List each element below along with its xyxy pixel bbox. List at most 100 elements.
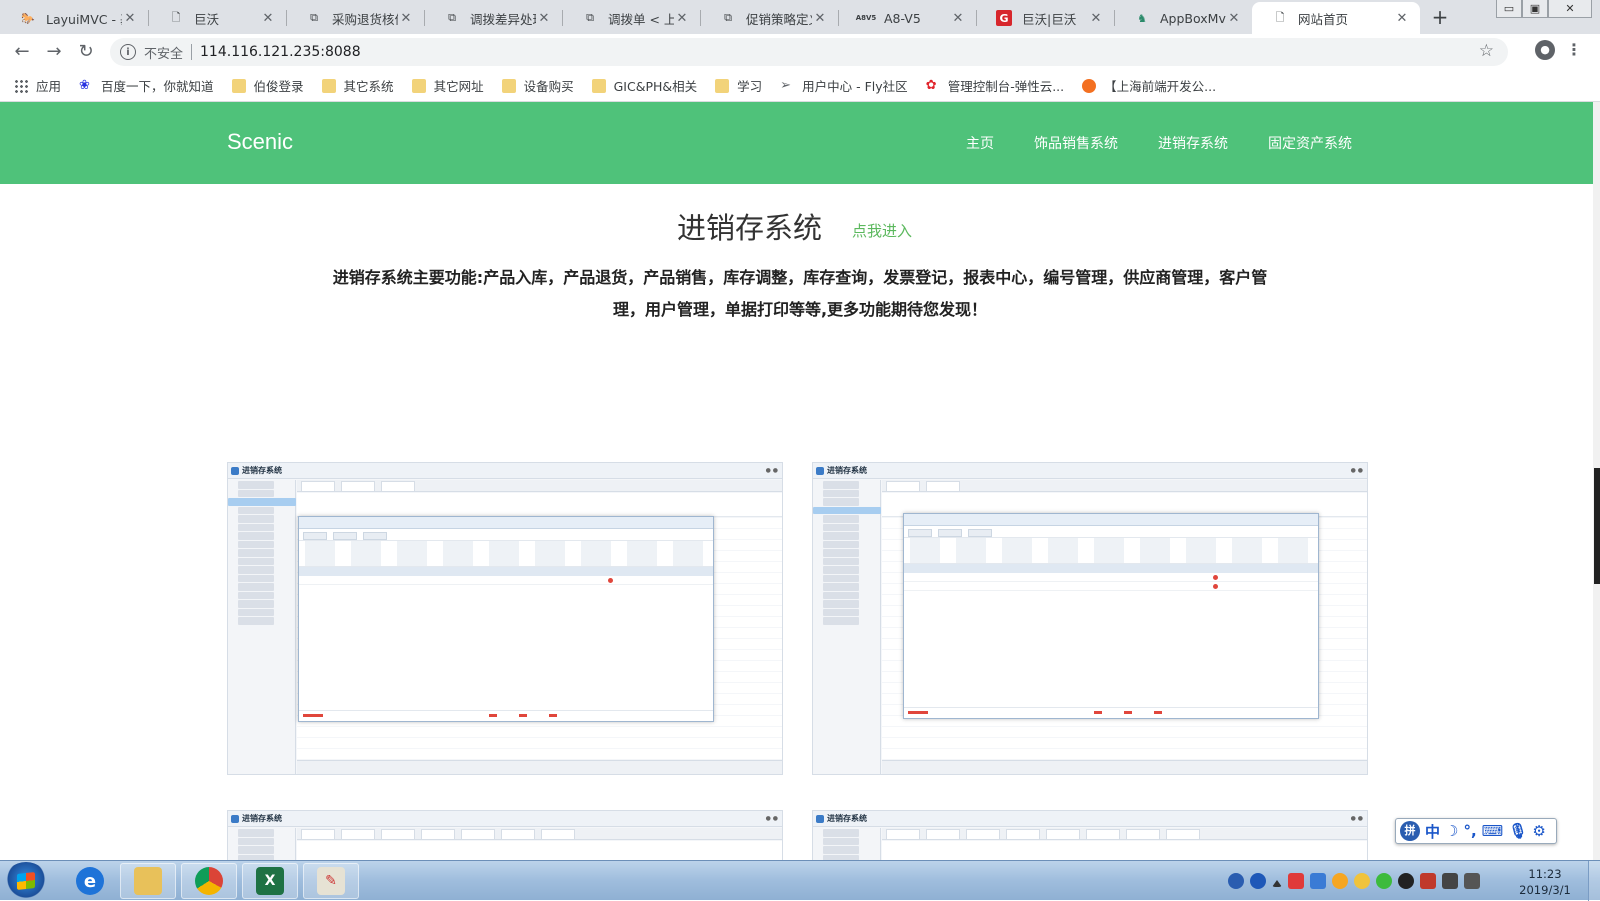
screenshot-sales[interactable]: 进销存系统 ● ● <box>227 810 783 860</box>
microphone-icon[interactable]: 🎙 <box>1508 822 1527 840</box>
folder-icon <box>321 78 336 93</box>
bookmark-folder[interactable]: 伯俊登录 <box>231 76 304 95</box>
section-title: 进销存系统 <box>677 211 823 245</box>
tab-layuimvc[interactable]: 🐎 LayuiMVC - 基 ✕ <box>0 2 148 34</box>
ime-language-label[interactable]: 中 <box>1425 821 1440 842</box>
close-window-button[interactable]: ✕ <box>1548 0 1592 18</box>
close-icon[interactable]: ✕ <box>536 11 552 26</box>
tab-title: 促销策略定义 <box>746 11 812 27</box>
moon-icon[interactable]: ☽ <box>1445 822 1458 840</box>
keyboard-icon[interactable]: ⌨ <box>1482 822 1504 840</box>
nav-inventory[interactable]: 进销存系统 <box>1158 133 1228 153</box>
window-controls: ▭ ▣ ✕ <box>1496 0 1592 18</box>
close-icon[interactable]: ✕ <box>398 11 414 26</box>
bookmark-huawei[interactable]: ✿ 管理控制台-弹性云... <box>926 76 1064 95</box>
tab-title: 调拨差异处理 <box>470 11 536 27</box>
nav-jewelry-sales[interactable]: 饰品销售系统 <box>1034 133 1118 153</box>
reload-icon[interactable]: ↻ <box>74 40 98 64</box>
tab-site-home[interactable]: 🗋 网站首页 ✕ <box>1252 2 1420 34</box>
bookmark-star-icon[interactable]: ☆ <box>1479 41 1494 61</box>
taskbar-ie[interactable]: e <box>62 863 118 899</box>
tab-promotion[interactable]: ⧉ 促销策略定义 ✕ <box>700 2 838 34</box>
close-icon[interactable]: ✕ <box>260 11 276 26</box>
ime-toolbar[interactable]: 拼 中 ☽ °, ⌨ 🎙 ⚙ <box>1395 818 1557 844</box>
close-icon[interactable]: ✕ <box>674 11 690 26</box>
qq-icon[interactable] <box>1398 873 1414 889</box>
site-nav: 主页 饰品销售系统 进销存系统 固定资产系统 <box>966 133 1352 153</box>
help-icon[interactable] <box>1250 873 1266 889</box>
show-desktop-button[interactable] <box>1588 861 1600 901</box>
bookmark-folder[interactable]: 学习 <box>715 76 762 95</box>
bookmark-folder[interactable]: 其它网址 <box>411 76 484 95</box>
paper-plane-icon: ➢ <box>780 77 792 93</box>
settings-gear-icon[interactable]: ⚙ <box>1532 822 1545 840</box>
bookmark-baidu[interactable]: ❀ 百度一下，你就知道 <box>79 76 214 95</box>
screenshot-stock-return[interactable]: 进销存系统 ● ● <box>812 462 1368 775</box>
restore-button[interactable]: ▣ <box>1522 0 1548 18</box>
folder-icon <box>715 78 730 93</box>
tab-appbox[interactable]: ♞ AppBoxMvc - ✕ <box>1114 2 1252 34</box>
security-label: 不安全 <box>144 46 184 62</box>
bookmark-folder[interactable]: 其它系统 <box>321 76 394 95</box>
cloud-icon[interactable] <box>1288 873 1304 889</box>
site-brand[interactable]: Scenic <box>227 129 293 155</box>
bookmark-shanghai[interactable]: 【上海前端开发公... <box>1082 76 1216 95</box>
forward-arrow-icon[interactable]: → <box>42 40 66 64</box>
tab-title: 巨沃|巨沃 <box>1022 11 1077 27</box>
screenshot-app-title: 进销存系统 <box>242 466 282 475</box>
screenshot-reports[interactable]: 进销存系统 ● ● <box>812 810 1368 860</box>
flag-icon[interactable] <box>1420 873 1436 889</box>
account-icon[interactable]: ● <box>1535 40 1555 60</box>
tab-transfer-order[interactable]: ⧉ 调拨单 < 上海 ✕ <box>562 2 700 34</box>
enter-link[interactable]: 点我进入 <box>852 220 912 241</box>
shield-icon[interactable] <box>1310 873 1326 889</box>
page-scrollbar[interactable] <box>1593 102 1600 860</box>
menu-dots-icon[interactable]: ⋮ <box>1566 40 1582 59</box>
system-tray <box>1228 861 1480 901</box>
security-app-icon[interactable] <box>1332 873 1348 889</box>
screenshot-stock-in[interactable]: 进销存系统 ● ● <box>227 462 783 775</box>
nav-home[interactable]: 主页 <box>966 133 994 153</box>
bookmark-folder[interactable]: GIC&PH&相关 <box>591 76 697 95</box>
tab-juwo-g[interactable]: G 巨沃|巨沃 ✕ <box>976 2 1114 34</box>
taskbar-explorer[interactable] <box>120 863 176 899</box>
close-icon[interactable]: ✕ <box>812 11 828 26</box>
url-text[interactable]: 114.116.121.235:8088 <box>200 44 361 60</box>
screenshot-app-title: 进销存系统 <box>242 814 282 823</box>
close-icon[interactable]: ✕ <box>950 11 966 26</box>
back-arrow-icon[interactable]: ← <box>10 40 34 64</box>
scrollbar-thumb[interactable] <box>1594 468 1600 584</box>
taskbar-paint[interactable]: ✎ <box>303 863 359 899</box>
tab-title: 网站首页 <box>1298 11 1349 27</box>
taskbar-clock[interactable]: 11:23 2019/3/1 <box>1510 866 1580 898</box>
new-tab-button[interactable]: + <box>1428 6 1452 30</box>
info-icon[interactable]: i <box>120 44 136 60</box>
close-icon[interactable]: ✕ <box>1394 11 1410 26</box>
ime-tray-icon[interactable] <box>1228 873 1244 889</box>
tab-juwo[interactable]: 🗋 巨沃 ✕ <box>148 2 286 34</box>
tab-purchase-return[interactable]: ⧉ 采购退货核价 ✕ <box>286 2 424 34</box>
taskbar-chrome[interactable] <box>181 863 237 899</box>
appbox-icon: ♞ <box>1137 11 1147 25</box>
tab-strip: 🐎 LayuiMVC - 基 ✕ 🗋 巨沃 ✕ ⧉ 采购退货核价 ✕ ⧉ 调拨差… <box>0 0 1600 34</box>
bookmark-folder[interactable]: 设备购买 <box>501 76 574 95</box>
wechat-icon[interactable] <box>1376 873 1392 889</box>
chrome-tray-icon[interactable] <box>1354 873 1370 889</box>
bookmark-fly[interactable]: ➢ 用户中心 - Fly社区 <box>780 76 908 95</box>
network-icon[interactable] <box>1442 873 1458 889</box>
start-button[interactable] <box>4 862 48 900</box>
address-bar[interactable]: i 不安全 114.116.121.235:8088 ☆ <box>110 38 1508 66</box>
volume-icon[interactable] <box>1464 873 1480 889</box>
expand-tray-icon[interactable] <box>1272 879 1282 887</box>
taskbar-excel[interactable]: X <box>242 863 298 899</box>
site-header: Scenic 主页 饰品销售系统 进销存系统 固定资产系统 <box>0 102 1593 184</box>
close-icon[interactable]: ✕ <box>122 11 138 26</box>
nav-fixed-assets[interactable]: 固定资产系统 <box>1268 133 1352 153</box>
bookmark-apps[interactable]: 应用 <box>14 76 61 95</box>
punctuation-icon[interactable]: °, <box>1463 822 1476 840</box>
close-icon[interactable]: ✕ <box>1088 11 1104 26</box>
close-icon[interactable]: ✕ <box>1226 11 1242 26</box>
tab-transfer-diff[interactable]: ⧉ 调拨差异处理 ✕ <box>424 2 562 34</box>
tab-a8[interactable]: A8V5 A8-V5 ✕ <box>838 2 976 34</box>
minimize-button[interactable]: ▭ <box>1496 0 1522 18</box>
